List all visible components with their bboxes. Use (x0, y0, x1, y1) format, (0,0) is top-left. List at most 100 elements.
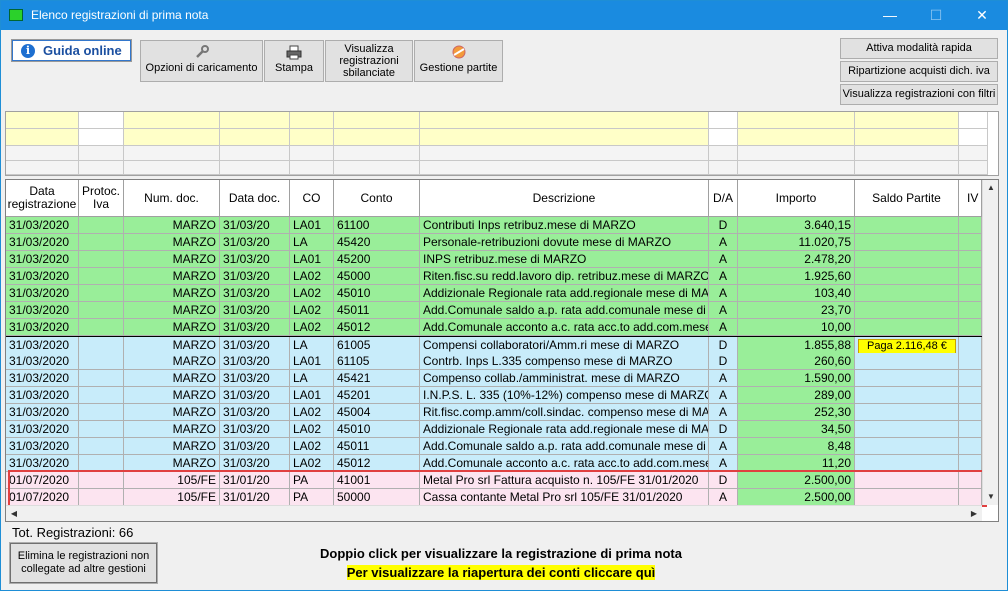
filter-cell[interactable] (290, 146, 334, 161)
table-row[interactable]: 31/03/2020 MARZO 31/03/20 LA02 45012 Add.Comu… (6, 319, 982, 336)
horizontal-scrollbar[interactable]: ◀ ▶ (6, 505, 982, 521)
filter-cell[interactable] (6, 146, 79, 161)
filter-cell[interactable] (334, 161, 420, 175)
table-row[interactable]: 31/03/2020 MARZO 31/03/20 LA02 45004 Rit.fisc… (6, 404, 982, 421)
filter-cell[interactable] (334, 146, 420, 161)
guida-online-button[interactable]: i Guida online (11, 39, 132, 62)
maximize-button[interactable]: ☐ (913, 1, 959, 30)
header-co[interactable]: CO (290, 180, 334, 217)
cell-empty (959, 302, 982, 319)
filter-grid[interactable] (5, 111, 999, 176)
cell-saldo-partite (855, 421, 959, 438)
attiva-modalita-rapida-button[interactable]: Attiva modalità rapida (840, 38, 998, 59)
table-row[interactable]: 31/03/2020 MARZO 31/03/20 LA02 45010 Addizion… (6, 421, 982, 438)
visualizza-sbilanciate-button[interactable]: Visualizza registrazioni sbilanciate (325, 40, 413, 82)
table-row[interactable]: 31/03/2020 MARZO 31/03/20 LA02 45011 Add.Comu… (6, 302, 982, 319)
scroll-right-icon[interactable]: ▶ (966, 506, 982, 521)
table-row[interactable]: 31/03/2020 MARZO 31/03/20 LA 45420 Personale-… (6, 234, 982, 251)
filter-cell[interactable] (855, 161, 959, 175)
gestione-partite-button[interactable]: Gestione partite (414, 40, 503, 82)
close-button[interactable]: ✕ (959, 1, 1005, 30)
table-row[interactable]: 31/03/2020 MARZO 31/03/20 LA02 45010 Addizion… (6, 285, 982, 302)
filter-cell[interactable] (124, 129, 220, 146)
filter-cell[interactable] (334, 129, 420, 146)
header-data-doc[interactable]: Data doc. (220, 180, 290, 217)
header-protoc-iva[interactable]: Protoc. Iva (79, 180, 124, 217)
filter-cell[interactable] (124, 112, 220, 129)
filter-cell[interactable] (79, 161, 124, 175)
filter-cell[interactable] (290, 112, 334, 129)
visualizza-filtri-button[interactable]: Visualizza registrazioni con filtri (840, 84, 998, 105)
cell-empty (959, 404, 982, 421)
vertical-scrollbar[interactable]: ▲ ▼ (982, 180, 998, 505)
filter-cell[interactable] (709, 161, 738, 175)
elimina-registrazioni-button[interactable]: Elimina le registrazioni non collegate a… (9, 542, 158, 584)
filter-cell[interactable] (959, 161, 988, 175)
cell-saldo-partite (855, 370, 959, 387)
filter-cell[interactable] (855, 129, 959, 146)
registrazioni-grid[interactable]: Data registrazione Protoc. Iva Num. doc. D… (5, 179, 999, 522)
filter-cell[interactable] (79, 112, 124, 129)
filter-cell[interactable] (709, 146, 738, 161)
header-descrizione[interactable]: Descrizione (420, 180, 709, 217)
filter-cell[interactable] (709, 129, 738, 146)
riapertura-link[interactable]: Per visualizzare la riapertura dei conti… (251, 565, 751, 580)
stampa-button[interactable]: Stampa (264, 40, 324, 82)
table-row[interactable]: 31/03/2020 MARZO 31/03/20 LA02 45000 Riten.fi… (6, 268, 982, 285)
scroll-down-icon[interactable]: ▼ (983, 489, 998, 505)
header-conto[interactable]: Conto (334, 180, 420, 217)
filter-cell[interactable] (6, 112, 79, 129)
filter-cell[interactable] (124, 161, 220, 175)
cell-da: D (709, 337, 738, 354)
filter-cell[interactable] (220, 161, 290, 175)
filter-cell[interactable] (220, 129, 290, 146)
scroll-up-icon[interactable]: ▲ (983, 180, 998, 196)
filter-cell[interactable] (220, 112, 290, 129)
filter-cell[interactable] (79, 146, 124, 161)
header-num-doc[interactable]: Num. doc. (124, 180, 220, 217)
table-row[interactable]: 31/03/2020 MARZO 31/03/20 LA02 45011 Add.Comu… (6, 438, 982, 455)
minimize-button[interactable]: — (867, 1, 913, 30)
filter-cell[interactable] (420, 112, 709, 129)
filter-cell[interactable] (124, 146, 220, 161)
filter-cell[interactable] (738, 112, 855, 129)
filter-cell[interactable] (420, 146, 709, 161)
filter-cell[interactable] (738, 129, 855, 146)
table-row[interactable]: 31/03/2020 MARZO 31/03/20 LA 61005 Compensi c… (6, 336, 982, 354)
header-data-registrazione[interactable]: Data registrazione (6, 180, 79, 217)
table-row[interactable]: 31/03/2020 MARZO 31/03/20 LA01 61105 Contrb. … (6, 353, 982, 370)
header-da[interactable]: D/A (709, 180, 738, 217)
filter-cell[interactable] (290, 161, 334, 175)
table-row[interactable]: 31/03/2020 MARZO 31/03/20 LA01 45200 INPS ret… (6, 251, 982, 268)
opzioni-caricamento-button[interactable]: Opzioni di caricamento (140, 40, 263, 82)
saldo-badge[interactable]: Paga 2.116,48 € (858, 339, 956, 353)
table-row[interactable]: 31/03/2020 MARZO 31/03/20 LA01 61100 Contribu… (6, 217, 982, 234)
filter-cell[interactable] (959, 112, 988, 129)
header-saldo-partite[interactable]: Saldo Partite (855, 180, 959, 217)
table-row[interactable]: 31/03/2020 MARZO 31/03/20 LA 45421 Compenso c… (6, 370, 982, 387)
filter-cell[interactable] (855, 146, 959, 161)
filter-cell[interactable] (738, 146, 855, 161)
filter-cell[interactable] (6, 161, 79, 175)
filter-cell[interactable] (738, 161, 855, 175)
ripartizione-acquisti-button[interactable]: Ripartizione acquisti dich. iva (840, 61, 998, 82)
cell-empty (79, 285, 124, 302)
filter-cell[interactable] (79, 129, 124, 146)
cell-da: A (709, 285, 738, 302)
header-iv[interactable]: IV (959, 180, 982, 217)
table-row[interactable]: 31/03/2020 MARZO 31/03/20 LA01 45201 I.N.P.S.… (6, 387, 982, 404)
filter-cell[interactable] (220, 146, 290, 161)
cell-importo: 252,30 (738, 404, 855, 421)
scroll-left-icon[interactable]: ◀ (6, 506, 22, 521)
filter-cell[interactable] (959, 129, 988, 146)
filter-cell[interactable] (420, 161, 709, 175)
filter-cell[interactable] (6, 129, 79, 146)
filter-cell[interactable] (420, 129, 709, 146)
cell-empty (79, 217, 124, 234)
filter-cell[interactable] (709, 112, 738, 129)
filter-cell[interactable] (290, 129, 334, 146)
filter-cell[interactable] (334, 112, 420, 129)
filter-cell[interactable] (855, 112, 959, 129)
header-importo[interactable]: Importo (738, 180, 855, 217)
filter-cell[interactable] (959, 146, 988, 161)
